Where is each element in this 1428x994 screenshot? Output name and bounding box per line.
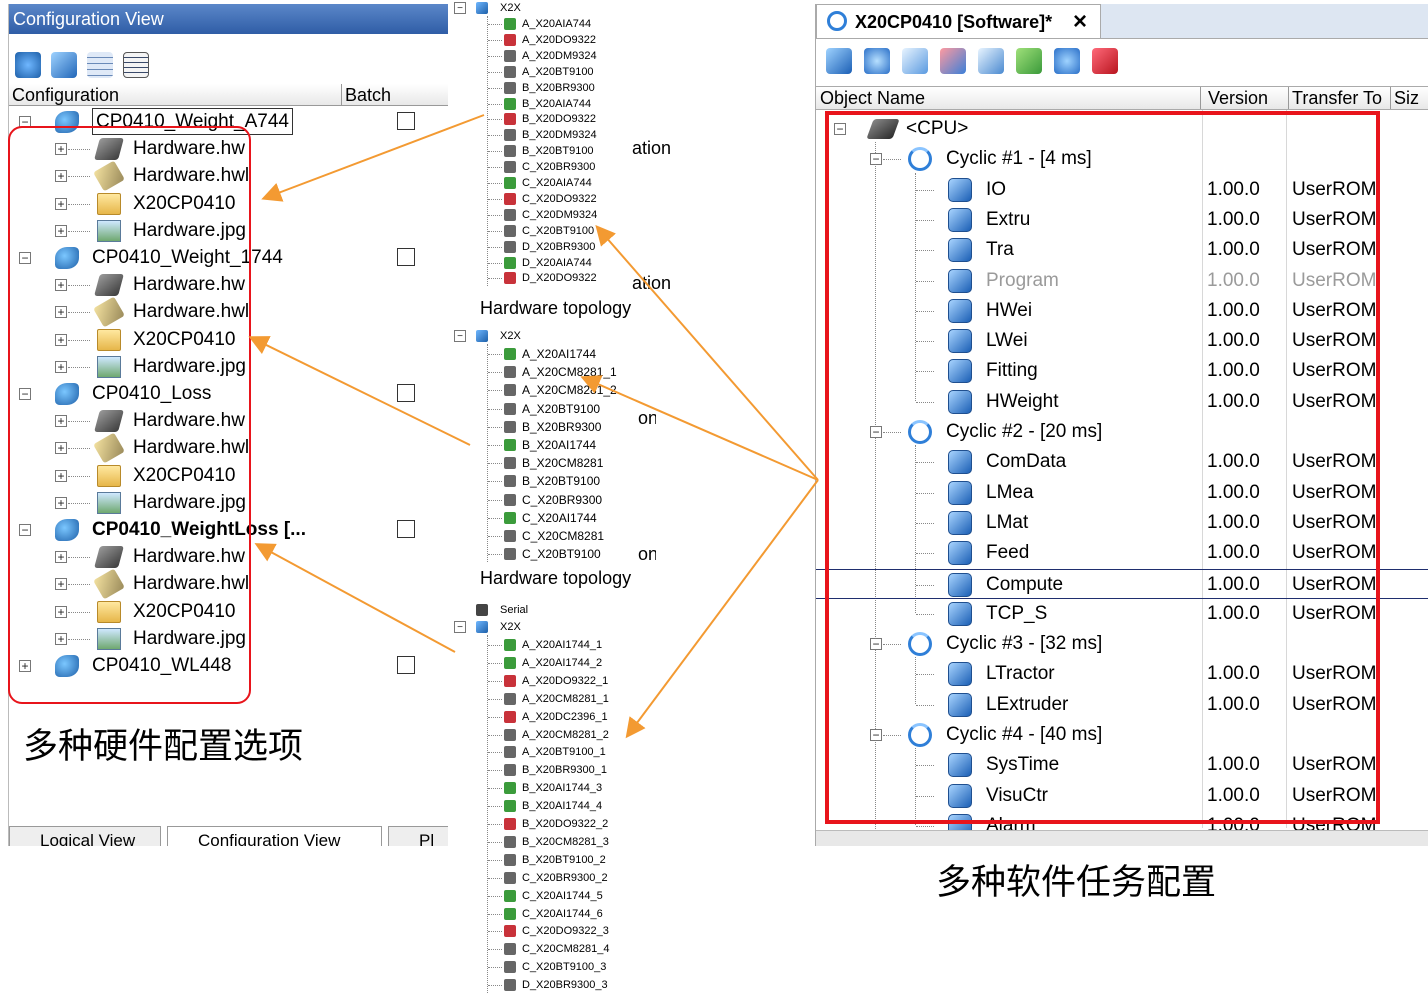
arrow-hw3 [254, 543, 456, 653]
arrow-sw2 [580, 375, 819, 481]
arrow-hw2 [248, 336, 471, 446]
annotation-arrows [248, 114, 819, 739]
arrow-hw1 [261, 114, 485, 202]
arrow-sw1 [595, 224, 819, 481]
arrow-sw3 [625, 479, 819, 739]
